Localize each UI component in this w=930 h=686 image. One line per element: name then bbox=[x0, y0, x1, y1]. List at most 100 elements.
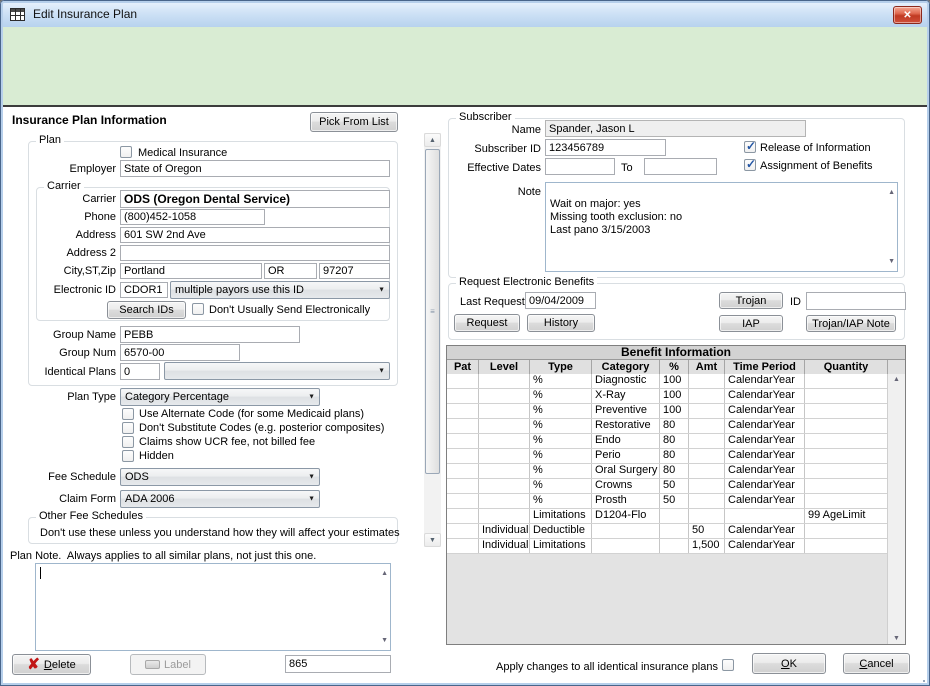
table-cell: 80 bbox=[660, 419, 689, 433]
address-field[interactable] bbox=[120, 227, 390, 243]
table-row[interactable]: %Diagnostic100CalendarYear bbox=[447, 374, 888, 389]
table-row[interactable]: %Perio80CalendarYear bbox=[447, 449, 888, 464]
request-button[interactable]: Request bbox=[454, 314, 520, 332]
table-row[interactable]: %Preventive100CalendarYear bbox=[447, 404, 888, 419]
trojan-button[interactable]: Trojan bbox=[719, 292, 783, 309]
titlebar: Edit Insurance Plan ✕ bbox=[1, 1, 929, 27]
fee-schedule-select[interactable]: ODS ▼ bbox=[120, 468, 320, 486]
phone-field[interactable] bbox=[120, 209, 265, 225]
table-row[interactable]: %X-Ray100CalendarYear bbox=[447, 389, 888, 404]
assignment-label: Assignment of Benefits bbox=[760, 160, 873, 172]
scroll-down-icon[interactable]: ▼ bbox=[381, 634, 388, 647]
column-header: Pat bbox=[447, 360, 479, 375]
effective-from-field[interactable] bbox=[545, 158, 615, 175]
plan-option-checkbox[interactable] bbox=[122, 408, 134, 420]
group-num-field[interactable] bbox=[120, 344, 240, 361]
id-field[interactable] bbox=[806, 292, 906, 310]
table-cell: CalendarYear bbox=[725, 494, 805, 508]
table-row[interactable]: LimitationsD1204-Flo99 AgeLimit bbox=[447, 509, 888, 524]
effective-to-field[interactable] bbox=[644, 158, 717, 175]
plan-group-label: Plan bbox=[36, 134, 64, 146]
other-fee-warning: Don't use these unless you understand ho… bbox=[40, 527, 400, 539]
chevron-down-icon: ▼ bbox=[308, 394, 315, 401]
scroll-up-icon[interactable]: ▲ bbox=[888, 376, 905, 383]
apply-identical-label: Apply changes to all identical insurance… bbox=[450, 661, 718, 673]
plan-num-field[interactable] bbox=[285, 655, 391, 673]
grid-icon bbox=[10, 8, 25, 21]
scroll-up-icon[interactable]: ▲ bbox=[888, 186, 895, 199]
close-button[interactable]: ✕ bbox=[893, 6, 922, 24]
apply-identical-checkbox[interactable] bbox=[722, 659, 734, 671]
iap-button[interactable]: IAP bbox=[719, 315, 783, 332]
state-field[interactable] bbox=[264, 263, 317, 279]
address2-field[interactable] bbox=[120, 245, 390, 261]
scroll-up-icon[interactable]: ▲ bbox=[424, 133, 441, 147]
table-row[interactable]: IndividualLimitations1,500CalendarYear bbox=[447, 539, 888, 554]
employer-field[interactable] bbox=[120, 160, 390, 177]
table-cell: % bbox=[530, 494, 592, 508]
table-row[interactable]: %Endo80CalendarYear bbox=[447, 434, 888, 449]
history-button-label: History bbox=[544, 317, 578, 329]
medical-insurance-label: Medical Insurance bbox=[138, 147, 227, 159]
carrier-field[interactable] bbox=[120, 190, 390, 208]
last-request-label: Last Request bbox=[460, 296, 525, 308]
scroll-down-icon[interactable]: ▼ bbox=[888, 255, 895, 268]
release-checkbox[interactable] bbox=[744, 141, 756, 153]
search-ids-label: Search IDs bbox=[119, 304, 173, 316]
plan-option-checkbox[interactable] bbox=[122, 422, 134, 434]
resize-grip[interactable] bbox=[923, 680, 925, 682]
scroll-up-icon[interactable]: ▲ bbox=[381, 567, 388, 580]
electronic-id-field[interactable] bbox=[120, 282, 168, 298]
claim-form-select[interactable]: ADA 2006 ▼ bbox=[120, 490, 320, 508]
search-ids-button[interactable]: Search IDs bbox=[107, 301, 186, 319]
table-cell: CalendarYear bbox=[725, 464, 805, 478]
left-panel-scrollbar[interactable]: ▲ ≡ ▼ bbox=[424, 133, 441, 547]
electronic-benefits-group-label: Request Electronic Benefits bbox=[456, 276, 597, 288]
scrollbar-thumb[interactable]: ≡ bbox=[425, 149, 440, 474]
subscriber-id-field[interactable] bbox=[545, 139, 666, 156]
plan-option-checkbox[interactable] bbox=[122, 450, 134, 462]
employer-label: Employer bbox=[8, 163, 116, 175]
plan-note-field[interactable]: ▲ ▼ bbox=[35, 563, 391, 651]
identical-plans-select[interactable]: ▼ bbox=[164, 362, 390, 380]
table-cell bbox=[689, 374, 725, 388]
dont-send-electronically-checkbox[interactable] bbox=[192, 303, 204, 315]
last-request-field[interactable] bbox=[525, 292, 596, 309]
trojan-iap-note-button[interactable]: Trojan/IAP Note bbox=[806, 315, 896, 332]
history-button[interactable]: History bbox=[527, 314, 595, 332]
column-header: Category bbox=[592, 360, 660, 375]
table-cell bbox=[447, 419, 479, 433]
table-row[interactable]: %Prosth50CalendarYear bbox=[447, 494, 888, 509]
other-fee-schedules-label: Other Fee Schedules bbox=[36, 510, 146, 522]
table-row[interactable]: %Oral Surgery80CalendarYear bbox=[447, 464, 888, 479]
group-name-field[interactable] bbox=[120, 326, 300, 343]
zip-field[interactable] bbox=[319, 263, 390, 279]
scroll-down-icon[interactable]: ▼ bbox=[424, 533, 441, 547]
identical-plans-field[interactable] bbox=[120, 363, 160, 380]
table-row[interactable]: IndividualDeductible50CalendarYear bbox=[447, 524, 888, 539]
medical-insurance-checkbox[interactable] bbox=[120, 146, 132, 158]
table-row[interactable]: %Restorative80CalendarYear bbox=[447, 419, 888, 434]
electronic-id-select[interactable]: multiple payors use this ID ▼ bbox=[170, 281, 390, 299]
group-name-label: Group Name bbox=[8, 329, 116, 341]
plan-information-heading: Insurance Plan Information bbox=[12, 113, 167, 127]
scroll-down-icon[interactable]: ▼ bbox=[888, 635, 905, 642]
benefit-table-scrollbar[interactable]: ▲ ▼ bbox=[887, 374, 905, 644]
pick-from-list-button[interactable]: Pick From List bbox=[310, 112, 398, 132]
column-header: Amt bbox=[689, 360, 725, 375]
table-cell: CalendarYear bbox=[725, 404, 805, 418]
city-field[interactable] bbox=[120, 263, 262, 279]
cancel-button[interactable]: Cancel bbox=[843, 653, 910, 674]
delete-button[interactable]: ✘ Delete bbox=[12, 654, 91, 675]
table-cell bbox=[592, 524, 660, 538]
label-button[interactable]: Label bbox=[130, 654, 206, 675]
assignment-checkbox[interactable] bbox=[744, 159, 756, 171]
plan-option-checkbox[interactable] bbox=[122, 436, 134, 448]
table-cell bbox=[479, 479, 530, 493]
plan-type-select[interactable]: Category Percentage ▼ bbox=[120, 388, 320, 406]
table-row[interactable]: %Crowns50CalendarYear bbox=[447, 479, 888, 494]
to-label: To bbox=[621, 162, 633, 174]
subscriber-note-field[interactable]: Wait on major: yes Missing tooth exclusi… bbox=[545, 182, 898, 272]
table-cell bbox=[447, 389, 479, 403]
ok-button[interactable]: OK bbox=[752, 653, 826, 674]
